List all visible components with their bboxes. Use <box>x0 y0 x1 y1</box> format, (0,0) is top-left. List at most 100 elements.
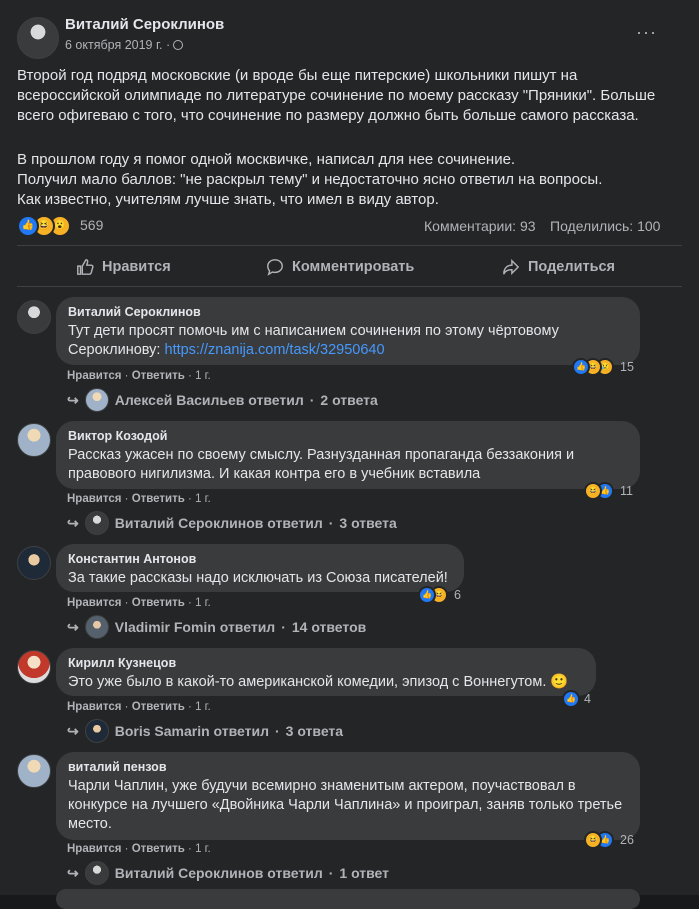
separator: · <box>184 843 196 855</box>
view-replies-link[interactable]: ↪ Виталий Сероклинов ответил · 3 ответа <box>67 511 397 535</box>
comment-time[interactable]: 1 г. <box>195 843 211 855</box>
comment-text: Рассказ ужасен по своему смыслу. Разнузд… <box>68 447 575 482</box>
comment-time[interactable]: 1 г. <box>195 597 211 609</box>
comment-text: За такие рассказы надо исключать из Союз… <box>68 570 448 586</box>
comment-meta: Нравится · Ответить · 1 г. <box>67 370 211 382</box>
comment-like-link[interactable]: Нравится <box>67 843 121 855</box>
comment-bubble: Кирилл Кузнецов Это уже было в какой-то … <box>56 648 596 696</box>
comment-text: Это уже было в какой-то американской ком… <box>68 674 569 690</box>
comment-avatar[interactable] <box>17 546 51 580</box>
separator: · <box>275 723 280 739</box>
comment-like-link[interactable]: Нравится <box>67 701 121 713</box>
divider-bottom <box>17 286 682 287</box>
reply-arrow-icon: ↪ <box>67 864 79 881</box>
haha-reaction-icon: 😆 <box>584 831 602 849</box>
like-button-label: Нравится <box>102 259 171 275</box>
comment-icon <box>267 259 283 276</box>
comment-reply-link[interactable]: Ответить <box>132 597 185 609</box>
like-reaction-icon: 👍 <box>562 690 580 708</box>
author-avatar[interactable] <box>17 17 59 59</box>
share-icon <box>503 258 520 276</box>
view-replies-link[interactable]: ↪ Vladimir Fomin ответил · 14 ответов <box>67 615 366 639</box>
post-date[interactable]: 6 октября 2019 г. · <box>65 38 184 52</box>
share-button-label: Поделиться <box>528 259 616 275</box>
comment-avatar[interactable] <box>17 650 51 684</box>
comment-meta: Нравится · Ответить · 1 г. <box>67 843 211 855</box>
like-reaction-icon: 👍 <box>572 358 590 376</box>
comment-like-link[interactable]: Нравится <box>67 370 121 382</box>
more-options-button[interactable]: ··· <box>636 22 657 43</box>
post-author-name[interactable]: Виталий Сероклинов <box>65 16 224 33</box>
comment-like-link[interactable]: Нравится <box>67 493 121 505</box>
post-paragraph-2-line-2: Получил мало баллов: "не раскрыл тему" и… <box>17 171 603 188</box>
reply-author: Boris Samarin ответил <box>114 723 269 739</box>
comment-link[interactable]: https://znanija.com/task/32950640 <box>165 342 385 358</box>
comment-reply-link[interactable]: Ответить <box>132 370 185 382</box>
comment-reactions[interactable]: 😆 👍 11 <box>584 482 633 500</box>
comment-author[interactable]: Виталий Сероклинов <box>68 305 628 319</box>
view-replies-link[interactable]: ↪ Виталий Сероклинов ответил · 1 ответ <box>67 861 389 885</box>
comment-avatar[interactable] <box>17 423 51 457</box>
comment-time[interactable]: 1 г. <box>195 370 211 382</box>
comment-bubble-partial <box>56 889 640 909</box>
reply-avatar <box>84 719 109 743</box>
comment-time[interactable]: 1 г. <box>195 493 211 505</box>
comment-reply-link[interactable]: Ответить <box>132 701 185 713</box>
reply-author: Виталий Сероклинов ответил <box>114 515 323 531</box>
reply-avatar <box>84 861 109 885</box>
separator: · <box>328 515 334 531</box>
separator: · <box>309 392 315 408</box>
comment-text: Тут дети просят помочь им с написанием с… <box>68 322 628 360</box>
separator: · <box>184 701 196 713</box>
view-replies-link[interactable]: ↪ Алексей Васильев ответил · 2 ответа <box>67 388 378 412</box>
view-replies-link[interactable]: ↪ Boris Samarin ответил · 3 ответа <box>67 719 343 743</box>
reply-count: 3 ответа <box>285 723 344 739</box>
separator: · <box>121 370 132 382</box>
comment-author[interactable]: Виктор Козодой <box>68 429 628 443</box>
reaction-icons: 👍 😆 <box>418 586 450 604</box>
comments-count[interactable]: Комментарии: 93 <box>424 218 536 234</box>
comment-avatar[interactable] <box>17 754 51 788</box>
post-body: Второй год подряд московские (и вроде бы… <box>17 66 677 126</box>
comment-reactions[interactable]: 👍 4 <box>562 690 591 708</box>
comment-bubble: Константин Антонов За такие рассказы над… <box>56 544 464 592</box>
post-body-2: В прошлом году я помог одной москвичке, … <box>17 150 677 210</box>
share-button[interactable]: Поделиться <box>502 258 615 276</box>
comment-like-link[interactable]: Нравится <box>67 597 121 609</box>
comment-reactions-count: 26 <box>620 833 634 847</box>
comment-reactions[interactable]: 😆 👍 26 <box>584 831 634 849</box>
thumbs-up-icon <box>77 259 94 275</box>
separator: · <box>184 493 196 505</box>
comment-bubble: Виталий Сероклинов Тут дети просят помоч… <box>56 297 640 365</box>
post-paragraph-1: Второй год подряд московские (и вроде бы… <box>17 67 656 124</box>
comment-reactions[interactable]: 👍 😆 😢 15 <box>572 358 634 376</box>
reply-count: 3 ответа <box>339 515 397 531</box>
comment-author[interactable]: Константин Антонов <box>68 552 452 566</box>
comment-meta: Нравится · Ответить · 1 г. <box>67 493 211 505</box>
reaction-icons: 👍 <box>562 690 580 708</box>
comment-reactions-count: 15 <box>620 360 634 374</box>
comment-reactions[interactable]: 👍 😆 6 <box>418 586 461 604</box>
post-paragraph-2-line-3: Как известно, учителям лучше знать, что … <box>17 191 439 208</box>
reply-arrow-icon: ↪ <box>67 514 79 531</box>
comment-reply-link[interactable]: Ответить <box>132 493 185 505</box>
comment-button-label: Комментировать <box>292 259 415 275</box>
reply-author: Алексей Васильев ответил <box>114 392 304 408</box>
like-button[interactable]: Нравится <box>76 258 171 276</box>
comment-time[interactable]: 1 г. <box>195 701 211 713</box>
comment-author[interactable]: виталий пензов <box>68 760 628 774</box>
comment-meta: Нравится · Ответить · 1 г. <box>67 701 211 713</box>
reaction-icons: 😆 👍 <box>584 482 616 500</box>
like-reaction-icon: 👍 <box>418 586 436 604</box>
comment-author[interactable]: Кирилл Кузнецов <box>68 656 584 670</box>
reactions-summary[interactable]: 👍 😆 😮 569 <box>17 215 117 237</box>
reaction-icons: 👍 😆 😢 <box>572 358 616 376</box>
comment-button[interactable]: Комментировать <box>266 258 414 276</box>
comment-reply-link[interactable]: Ответить <box>132 843 185 855</box>
shares-count[interactable]: Поделились: 100 <box>550 218 660 234</box>
post-date-text[interactable]: 6 октября 2019 г. · <box>65 38 170 52</box>
separator: · <box>121 597 132 609</box>
comment-text: Чарли Чаплин, уже будучи всемирно знамен… <box>68 778 623 832</box>
reactions-count[interactable]: 569 <box>80 217 103 233</box>
comment-avatar[interactable] <box>17 300 51 334</box>
